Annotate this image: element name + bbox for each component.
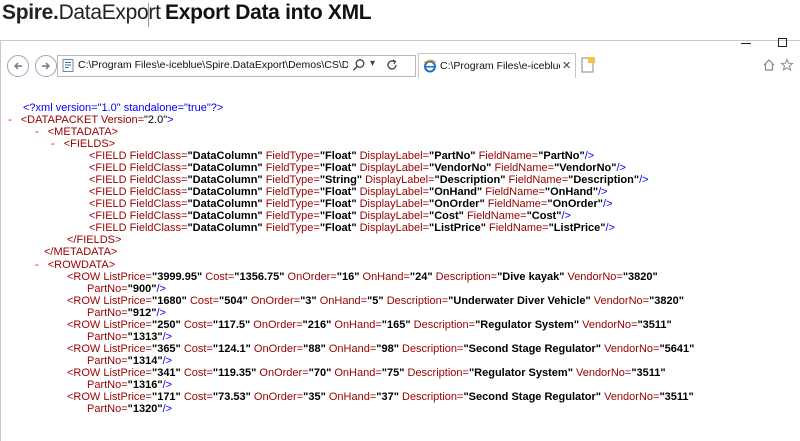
- attr-value: "3511": [631, 367, 666, 379]
- new-tab-icon[interactable]: [579, 56, 597, 74]
- browser-window: C:\Program Files\e-iceblue\Spire.DataExp…: [0, 38, 800, 441]
- attr-value: "DataColumn": [187, 222, 263, 234]
- attr-value: "24": [409, 271, 433, 283]
- minimize-button[interactable]: [741, 43, 751, 44]
- collapse-toggle[interactable]: -: [8, 114, 12, 126]
- search-icon[interactable]: [352, 58, 366, 72]
- attr-value: "117.5": [212, 319, 251, 331]
- attr-value: "165": [381, 319, 411, 331]
- attr-value: "37": [376, 391, 399, 403]
- arrow-right-icon: [42, 62, 50, 70]
- page-header: Spire.DataExport Export Data into XML: [0, 0, 800, 34]
- attr-value: "216": [302, 319, 332, 331]
- tab-title: C:\Program Files\e-iceblue...: [440, 60, 560, 72]
- brand-rest: DataExport: [58, 1, 161, 24]
- home-icon[interactable]: [762, 58, 776, 72]
- collapse-toggle[interactable]: -: [35, 259, 39, 271]
- attr-value: "3820": [649, 295, 684, 307]
- attr-value: "ListPrice": [548, 222, 606, 234]
- attr-value: "Second Stage Regulator": [463, 391, 602, 403]
- attr-value: "70": [308, 367, 332, 379]
- attr-value: "88": [303, 343, 326, 355]
- attr-value: "1320": [127, 403, 163, 415]
- xml-row-line-wrap: PartNo="1320"/>: [87, 403, 173, 415]
- attr-value: "3820": [622, 271, 658, 283]
- page-title: Export Data into XML: [165, 1, 372, 24]
- attr-value: "5641": [659, 343, 695, 355]
- attr-value: "ListPrice": [429, 222, 486, 234]
- xml-field-line: <FIELD FieldClass="DataColumn" FieldType…: [89, 222, 615, 234]
- collapse-toggle[interactable]: -: [51, 138, 55, 150]
- brand-logo: Spire.DataExport: [2, 1, 161, 25]
- address-bar[interactable]: C:\Program Files\e-iceblue\Spire.DataExp…: [57, 55, 416, 77]
- tab-active[interactable]: C:\Program Files\e-iceblue... ✕: [418, 53, 576, 78]
- back-button[interactable]: [7, 55, 29, 77]
- attr-value: "73.53": [212, 391, 251, 403]
- attr-value: "504": [219, 295, 248, 307]
- attr-value: "119.35": [212, 367, 257, 379]
- attr-value: "35": [303, 391, 326, 403]
- maximize-button[interactable]: [778, 38, 787, 47]
- attr-value: "Float": [319, 222, 357, 234]
- favorites-star-icon[interactable]: [780, 58, 794, 72]
- forward-button[interactable]: [35, 55, 57, 77]
- brand-strong: Spire.: [2, 1, 59, 24]
- chevron-down-icon[interactable]: ▾: [370, 58, 375, 69]
- header-divider: [148, 3, 149, 27]
- navigation-bar: C:\Program Files\e-iceblue\Spire.DataExp…: [1, 51, 800, 79]
- attr-value: "Underwater Diver Vehicle": [448, 295, 591, 307]
- refresh-icon[interactable]: [385, 58, 399, 72]
- close-icon[interactable]: ✕: [562, 59, 571, 72]
- collapse-toggle[interactable]: -: [35, 126, 39, 138]
- attr-value: "3511": [659, 391, 694, 403]
- attr-value: "3": [300, 295, 317, 307]
- attr-value: "3511": [637, 319, 672, 331]
- xml-document-view: <?xml version="1.0" standalone="true"?> …: [1, 101, 800, 441]
- attr-value: "Regulator System": [468, 367, 573, 379]
- internet-explorer-icon: [423, 59, 437, 73]
- attr-value: "124.1": [212, 343, 251, 355]
- attr-value: "Second Stage Regulator": [463, 343, 602, 355]
- attr-value: "5": [367, 295, 384, 307]
- attr-value: "Regulator System": [475, 319, 580, 331]
- page-file-icon: [62, 59, 74, 72]
- attr-value: "1356.75": [234, 271, 285, 283]
- arrow-left-icon: [14, 62, 22, 70]
- address-text[interactable]: C:\Program Files\e-iceblue\Spire.DataExp…: [78, 59, 348, 71]
- attr-value: "75": [381, 367, 405, 379]
- attr-value: "Dive kayak": [497, 271, 565, 283]
- xml-metadata-close: </METADATA>: [44, 246, 118, 258]
- attr-value: "98": [376, 343, 399, 355]
- attr-value: "16": [336, 271, 360, 283]
